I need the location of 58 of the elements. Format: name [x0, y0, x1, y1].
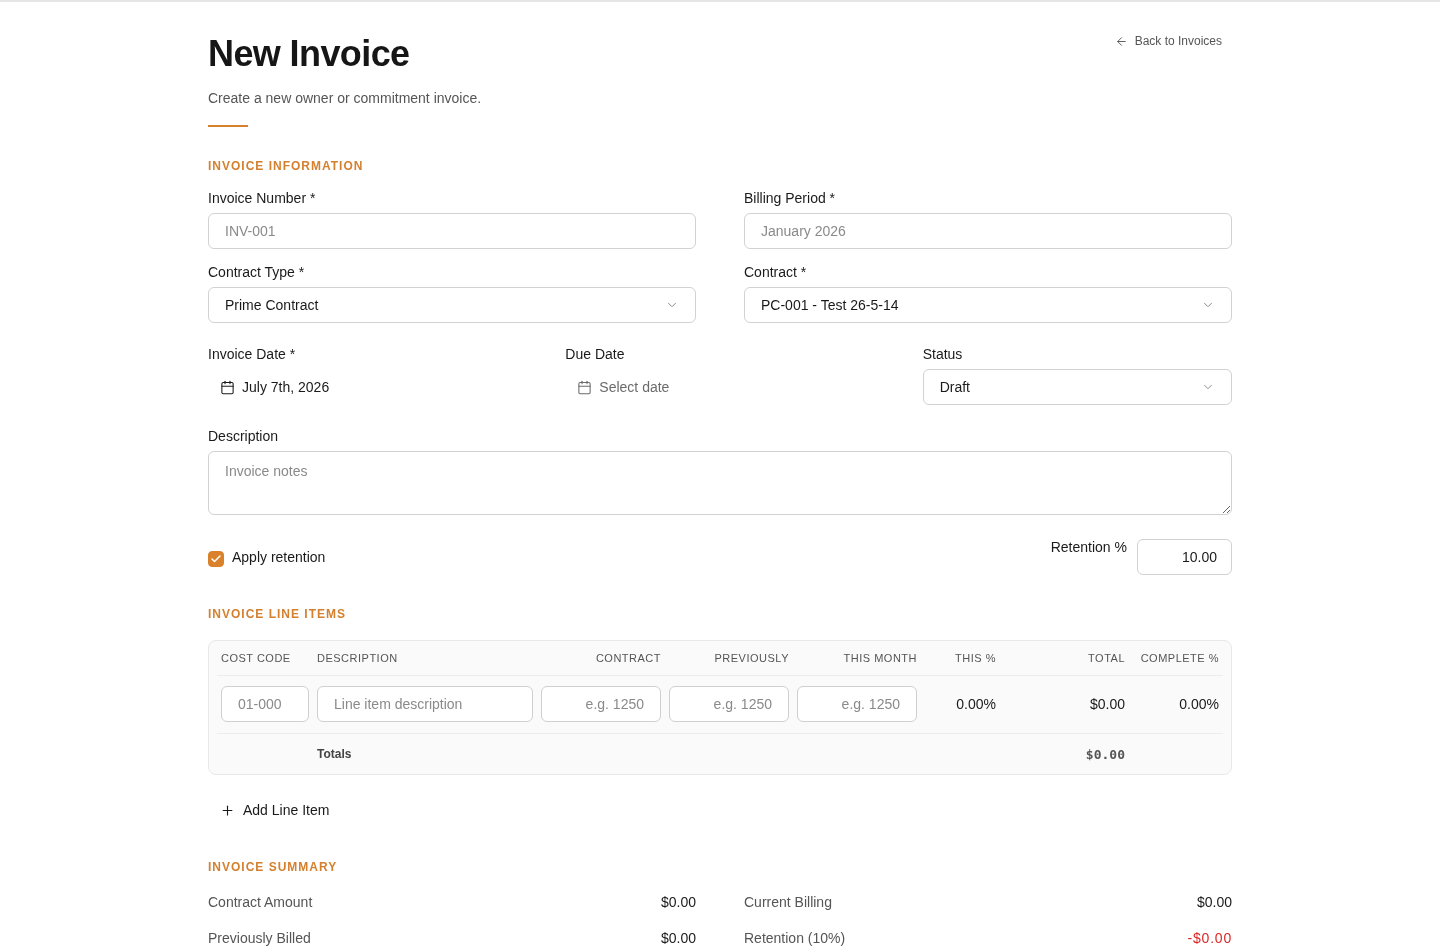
section-heading: INVOICE LINE ITEMS: [208, 606, 346, 622]
totals-label: Totals: [317, 747, 352, 761]
field-label: Description: [208, 428, 279, 444]
summary-value: -$0.00: [1187, 930, 1232, 946]
column-header: CONTRACT: [594, 652, 661, 664]
column-header: TOTAL: [1087, 652, 1125, 664]
field-label: Contract *: [744, 264, 807, 280]
column-header: THIS MONTH: [842, 652, 917, 664]
table-cell-text: $0.00: [1088, 696, 1125, 712]
back-link[interactable]: Back to Invoices: [1114, 33, 1222, 49]
calendar-icon: [577, 379, 593, 395]
field-label: Retention %: [1050, 539, 1127, 555]
checkbox-label: Apply retention: [232, 549, 326, 565]
table-cell-text: 0.00%: [1178, 696, 1219, 712]
column-header: DESCRIPTION: [317, 652, 399, 664]
date-picker-button[interactable]: July 7th, 2026: [208, 369, 342, 405]
retention-input[interactable]: 10.00: [1137, 539, 1232, 575]
summary-value: $0.00: [660, 930, 696, 946]
totals-value: $0.00: [1085, 746, 1125, 762]
summary-label: Previously Billed: [208, 930, 311, 946]
date-picker-button[interactable]: Select date: [565, 369, 682, 405]
field-label: Contract Type *: [208, 264, 305, 280]
column-header: PREVIOUSLY: [713, 652, 789, 664]
add-line-item-button[interactable]: Add Line Item: [208, 792, 342, 828]
calendar-icon: [220, 379, 235, 395]
arrow-left-icon: [1114, 34, 1128, 48]
page-title: New Invoice: [208, 32, 410, 76]
select-field[interactable]: Draft: [922, 369, 1232, 405]
table-input[interactable]: 01-000: [221, 686, 309, 722]
field-label: Due Date: [565, 346, 625, 362]
text-input[interactable]: INV-001: [208, 213, 696, 249]
summary-value: $0.00: [1196, 894, 1232, 910]
table-input[interactable]: e.g. 1250: [541, 686, 661, 722]
table-cell-text: 0.00%: [955, 696, 996, 712]
table-input[interactable]: e.g. 1250: [669, 686, 789, 722]
summary-label: Contract Amount: [208, 894, 313, 910]
column-header: THIS %: [954, 652, 996, 664]
field-label: Invoice Date *: [208, 346, 296, 362]
select-field[interactable]: Prime Contract: [208, 287, 696, 323]
summary-label: Current Billing: [744, 894, 832, 910]
column-header: COST CODE: [221, 652, 292, 664]
section-heading: INVOICE SUMMARY: [208, 859, 338, 875]
plus-icon: [220, 802, 235, 818]
check-icon: [210, 552, 222, 565]
description-field[interactable]: Invoice notes: [208, 451, 1232, 515]
checkbox[interactable]: [208, 550, 224, 567]
select-field[interactable]: PC-001 - Test 26-5-14: [744, 287, 1232, 323]
section-heading: INVOICE INFORMATION: [208, 158, 364, 174]
field-label: Billing Period *: [744, 190, 836, 206]
table-input[interactable]: Line item description: [317, 686, 533, 722]
column-header: COMPLETE %: [1139, 652, 1219, 664]
text-input[interactable]: January 2026: [744, 213, 1232, 249]
table-input[interactable]: e.g. 1250: [797, 686, 917, 722]
summary-label: Retention (10%): [744, 930, 846, 946]
field-label: Status: [922, 346, 963, 362]
page-subtitle: Create a new owner or commitment invoice.: [208, 89, 482, 108]
summary-value: $0.00: [660, 894, 696, 910]
field-label: Invoice Number *: [208, 190, 316, 206]
